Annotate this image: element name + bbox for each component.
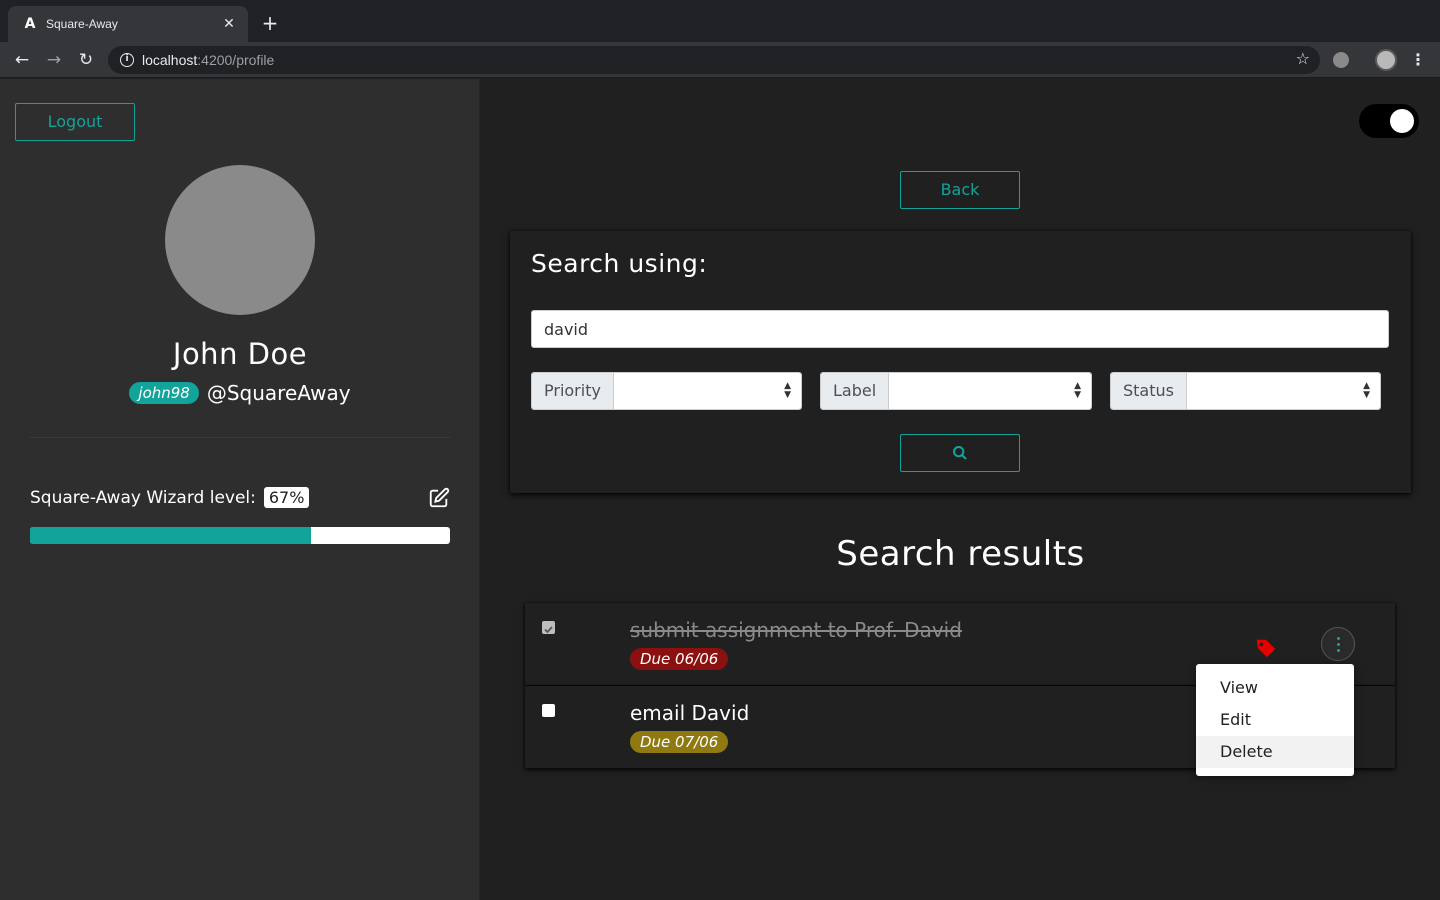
select-arrows-icon: ▲ ▼ <box>784 381 791 400</box>
due-badge: Due 06/06 <box>630 648 729 670</box>
select-arrows-icon: ▲ ▼ <box>1074 381 1081 400</box>
bookmark-star-icon[interactable]: ☆ <box>1296 49 1310 68</box>
search-input[interactable] <box>531 310 1389 348</box>
task-title: email David <box>630 701 750 725</box>
priority-label: Priority <box>532 373 614 409</box>
user-name: John Doe <box>172 337 308 371</box>
label-select-group: Label ▲ ▼ <box>820 372 1092 410</box>
task-context-menu: View Edit Delete <box>1196 664 1354 776</box>
status-select[interactable]: ▲ ▼ <box>1186 373 1380 409</box>
new-tab-icon[interactable]: + <box>258 12 282 36</box>
due-badge: Due 07/06 <box>630 731 729 753</box>
profile-avatar-icon[interactable] <box>1375 49 1397 71</box>
task-title: submit assignment to Prof. David <box>630 618 962 642</box>
progress-fill <box>30 527 312 544</box>
back-button[interactable]: Back <box>900 171 1020 209</box>
results-title: Search results <box>836 534 1085 574</box>
reload-icon[interactable]: ↻ <box>74 48 98 72</box>
priority-select-group: Priority ▲ ▼ <box>531 372 802 410</box>
tag-icon[interactable] <box>1255 637 1277 659</box>
search-title: Search using: <box>531 249 708 278</box>
task-menu-button[interactable] <box>1321 627 1355 661</box>
wizard-level-label: Square-Away Wizard level: <box>30 487 256 508</box>
kebab-dot <box>1337 643 1340 646</box>
edit-icon[interactable] <box>428 487 450 509</box>
back-arrow-icon[interactable]: ← <box>10 48 34 72</box>
search-icon <box>953 446 967 460</box>
wizard-level-badge: 67% <box>263 487 310 508</box>
extension-icon[interactable] <box>1333 52 1349 68</box>
browser-tabbar: A Square-Away ✕ + <box>0 0 1440 42</box>
forward-arrow-icon[interactable]: → <box>42 48 66 72</box>
profile-sidebar: Logout John Doe john98 @SquareAway Squar… <box>0 79 480 900</box>
status-select-group: Status ▲ ▼ <box>1110 372 1381 410</box>
info-icon[interactable]: i <box>120 53 134 67</box>
status-label: Status <box>1111 373 1187 409</box>
main-content: Back Search using: Priority ▲▼ Label ▲▼ … <box>481 79 1440 900</box>
handle-badge: john98 <box>129 382 199 404</box>
menu-item-view[interactable]: View <box>1196 672 1354 704</box>
menu-item-edit[interactable]: Edit <box>1196 704 1354 736</box>
dark-mode-toggle[interactable] <box>1359 104 1419 138</box>
task-checkbox[interactable] <box>542 621 555 634</box>
url-path: :4200/profile <box>197 52 275 68</box>
handle-row: john98 @SquareAway <box>0 381 480 405</box>
search-card: Search using: Priority ▲▼ Label ▲▼ Statu… <box>510 231 1411 493</box>
priority-select[interactable]: ▲ ▼ <box>613 373 801 409</box>
label-label: Label <box>821 373 890 409</box>
browser-tab[interactable]: A Square-Away ✕ <box>8 6 248 42</box>
tab-title: Square-Away <box>46 17 118 31</box>
task-checkbox[interactable] <box>542 704 555 717</box>
address-bar[interactable]: i localhost:4200/profile ☆ <box>108 46 1320 74</box>
avatar <box>165 165 315 315</box>
browser-toolbar: ← → ↻ i localhost:4200/profile ☆ ⋮ <box>0 42 1440 78</box>
divider <box>30 437 450 438</box>
wizard-level-progress <box>30 527 450 544</box>
logout-button[interactable]: Logout <box>15 103 135 141</box>
select-arrows-icon: ▲ ▼ <box>1363 381 1370 400</box>
angular-favicon-icon: A <box>24 16 36 32</box>
search-button[interactable] <box>900 434 1020 472</box>
url-host: localhost <box>142 52 198 68</box>
menu-item-delete[interactable]: Delete <box>1196 736 1354 768</box>
check-icon <box>544 626 553 634</box>
org-name: @SquareAway <box>206 381 351 405</box>
label-select[interactable]: ▲ ▼ <box>889 373 1091 409</box>
kebab-dot <box>1337 649 1340 652</box>
browser-menu-icon[interactable]: ⋮ <box>1410 48 1426 72</box>
toggle-knob <box>1390 109 1414 133</box>
kebab-dot <box>1337 637 1340 640</box>
tab-close-icon[interactable]: ✕ <box>220 16 238 32</box>
wizard-level: Square-Away Wizard level: 67% <box>30 487 310 508</box>
